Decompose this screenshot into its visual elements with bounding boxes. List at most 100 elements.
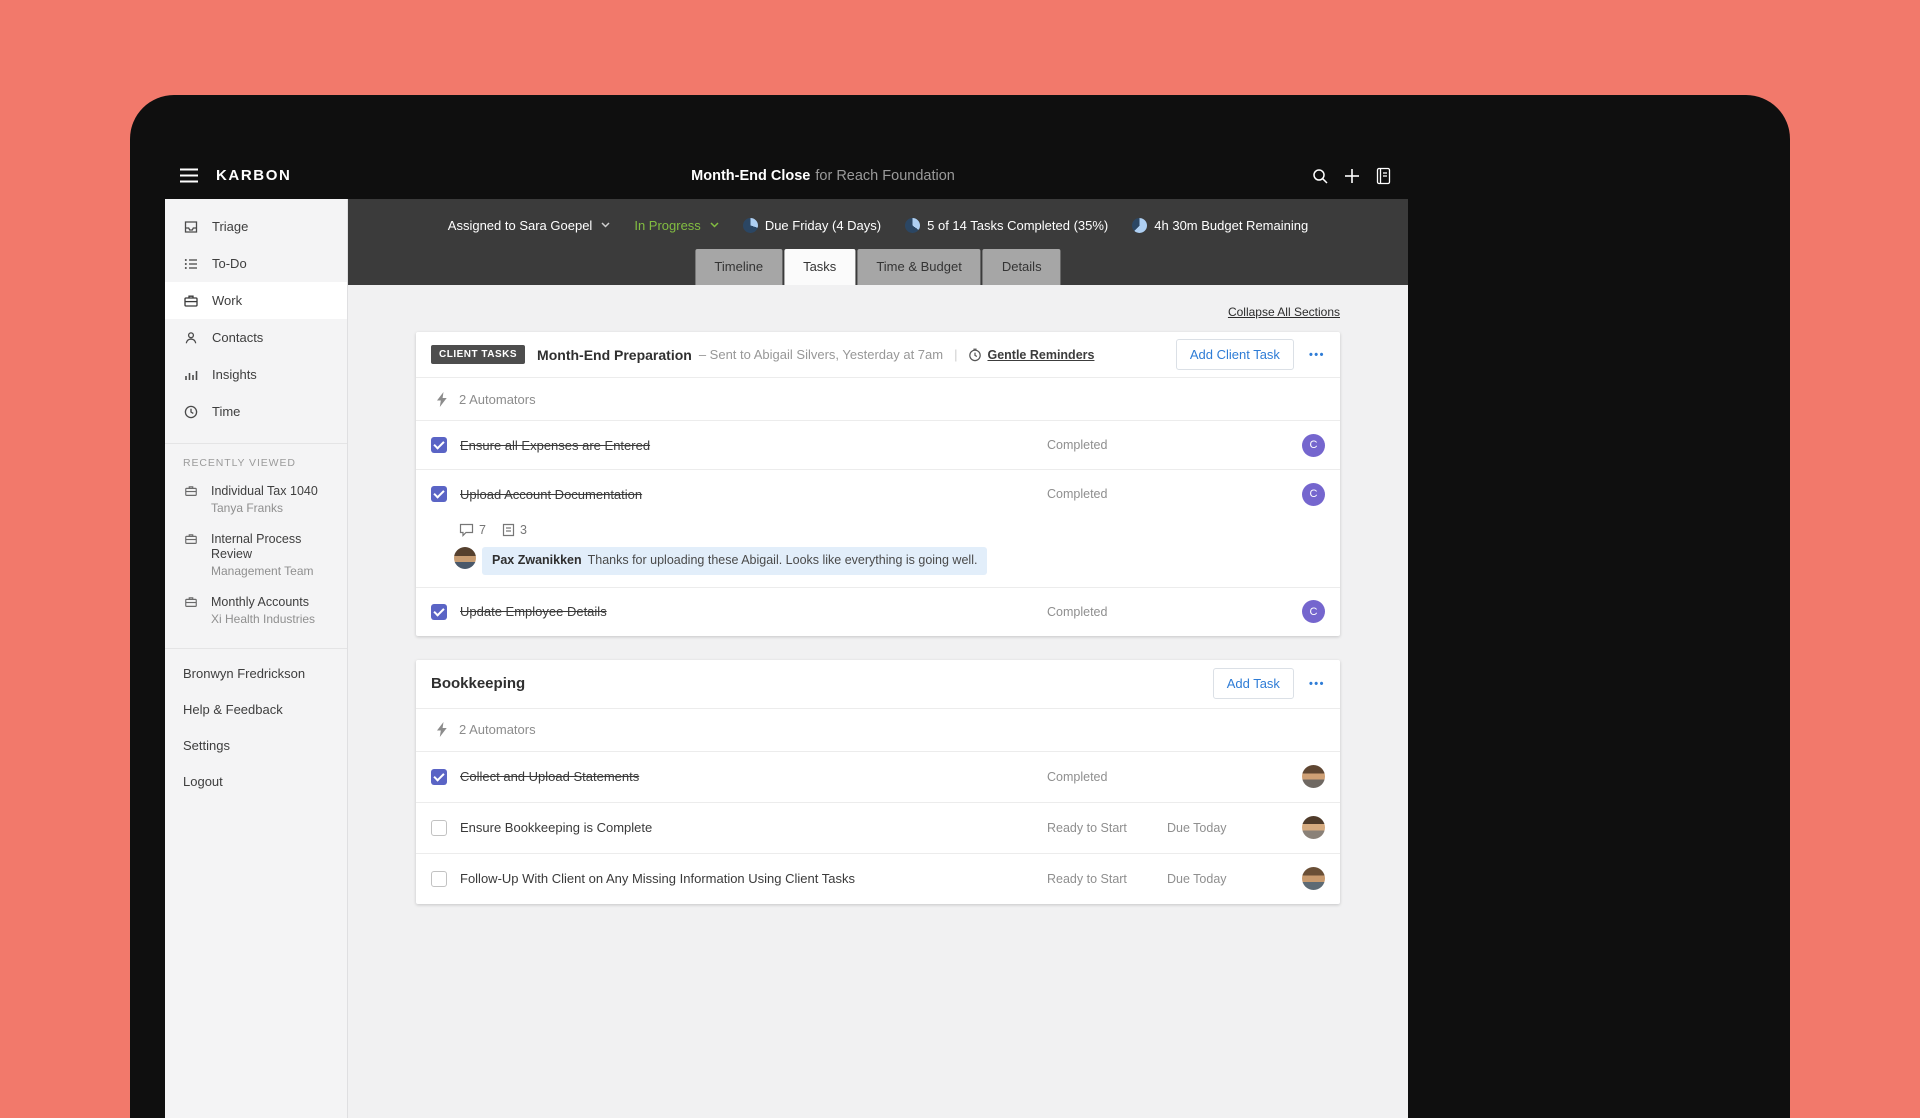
comment-bubble: Pax Zwanikken Thanks for uploading these … bbox=[482, 547, 988, 575]
recent-item-subtitle: Xi Health Industries bbox=[211, 611, 316, 626]
task-status: Ready to Start bbox=[1047, 820, 1127, 835]
tab-time-budget[interactable]: Time & Budget bbox=[857, 249, 981, 285]
task-status: Completed bbox=[1047, 769, 1108, 784]
sidebar-item-label: Triage bbox=[212, 219, 249, 234]
todo-list-icon bbox=[183, 256, 199, 272]
recent-item-title: Monthly Accounts bbox=[211, 595, 309, 610]
task-status: Completed bbox=[1047, 438, 1108, 452]
tasks-progress-label: 5 of 14 Tasks Completed (35%) bbox=[927, 217, 1109, 233]
search-button[interactable] bbox=[1311, 167, 1329, 185]
automators-row[interactable]: 2 Automators bbox=[416, 378, 1340, 421]
comment-text: Thanks for uploading these Abigail. Look… bbox=[587, 553, 978, 567]
budget-indicator: 4h 30m Budget Remaining bbox=[1132, 217, 1308, 233]
task-row: Ensure Bookkeeping is Complete Ready to … bbox=[416, 803, 1340, 854]
budget-progress-icon bbox=[1132, 217, 1148, 233]
assignee-avatar[interactable] bbox=[1302, 765, 1325, 788]
status-dropdown[interactable]: In Progress bbox=[634, 218, 719, 233]
recent-item[interactable]: Individual Tax 1040 Tanya Franks bbox=[165, 476, 347, 524]
sidebar-item-settings[interactable]: Settings bbox=[165, 727, 347, 763]
assignee-dropdown[interactable]: Assigned to Sara Goepel bbox=[448, 218, 611, 233]
work-status-band: Assigned to Sara Goepel In Progress Due … bbox=[348, 199, 1408, 285]
sidebar-item-help[interactable]: Help & Feedback bbox=[165, 691, 347, 727]
tasks-progress-indicator: 5 of 14 Tasks Completed (35%) bbox=[905, 217, 1109, 233]
plus-icon bbox=[1345, 168, 1359, 183]
tab-tasks[interactable]: Tasks bbox=[784, 249, 856, 285]
gentle-reminders-link[interactable]: Gentle Reminders bbox=[968, 348, 1094, 362]
sidebar-item-label: Time bbox=[212, 404, 241, 419]
task-checkbox[interactable] bbox=[431, 603, 447, 620]
hamburger-icon bbox=[180, 168, 198, 183]
task-due: Due Today bbox=[1167, 871, 1227, 886]
sidebar-footer: Bronwyn Fredrickson Help & Feedback Sett… bbox=[165, 648, 347, 799]
assignee-avatar[interactable] bbox=[1302, 816, 1325, 839]
sidebar-item-work[interactable]: Work bbox=[165, 282, 347, 319]
sidebar-item-contacts[interactable]: Contacts bbox=[165, 319, 347, 356]
chevron-down-icon bbox=[601, 222, 610, 228]
task-checkbox[interactable] bbox=[431, 437, 447, 453]
add-task-button[interactable]: Add Task bbox=[1212, 668, 1294, 699]
assignee-avatar[interactable]: C bbox=[1302, 433, 1325, 457]
top-bar-left: KARBON bbox=[179, 152, 291, 199]
due-date-indicator: Due Friday (4 Days) bbox=[742, 217, 881, 233]
briefcase-icon bbox=[183, 595, 199, 627]
main-area: Assigned to Sara Goepel In Progress Due … bbox=[348, 199, 1408, 1118]
gentle-reminders-label: Gentle Reminders bbox=[987, 347, 1095, 362]
page-title: Month-End Close for Reach Foundation bbox=[348, 152, 1298, 199]
recent-item-title: Individual Tax 1040 bbox=[211, 484, 318, 498]
collapse-all-link[interactable]: Collapse All Sections bbox=[416, 305, 1340, 319]
notes-count[interactable]: 3 bbox=[502, 523, 527, 537]
hamburger-menu-button[interactable] bbox=[179, 168, 199, 183]
triage-icon bbox=[183, 219, 199, 235]
sidebar-item-time[interactable]: Time bbox=[165, 393, 347, 430]
tasks-progress-icon bbox=[905, 217, 921, 233]
task-label: Ensure all Expenses are Entered bbox=[460, 437, 651, 453]
overflow-menu-button[interactable]: ••• bbox=[1309, 349, 1325, 361]
recently-viewed-heading: RECENTLY VIEWED bbox=[183, 457, 296, 469]
task-due: Due Today bbox=[1167, 820, 1227, 835]
sidebar-item-user[interactable]: Bronwyn Fredrickson bbox=[165, 655, 347, 691]
tab-details[interactable]: Details bbox=[982, 249, 1061, 285]
automators-label: 2 Automators bbox=[459, 722, 536, 737]
assignee-avatar[interactable] bbox=[1302, 867, 1325, 890]
add-client-task-button[interactable]: Add Client Task bbox=[1175, 339, 1294, 370]
task-checkbox[interactable] bbox=[431, 486, 447, 502]
section-title: Month-End Preparation bbox=[537, 346, 692, 363]
sidebar-item-insights[interactable]: Insights bbox=[165, 356, 347, 393]
comment: Pax Zwanikken Thanks for uploading these … bbox=[454, 547, 1325, 575]
sidebar-item-logout[interactable]: Logout bbox=[165, 763, 347, 799]
clock-icon bbox=[183, 404, 199, 420]
task-checkbox[interactable] bbox=[431, 768, 447, 785]
sidebar-item-label: Contacts bbox=[212, 330, 264, 345]
assignee-avatar[interactable]: C bbox=[1302, 600, 1325, 623]
task-checkbox[interactable] bbox=[431, 870, 447, 887]
work-item-client: for Reach Foundation bbox=[815, 167, 955, 184]
tab-timeline[interactable]: Timeline bbox=[695, 249, 783, 285]
task-comments-block: 7 3 Pax Zwanikken Thanks for uploading t… bbox=[431, 518, 1325, 587]
note-icon bbox=[502, 523, 515, 537]
briefcase-icon bbox=[183, 484, 199, 516]
sidebar-item-todo[interactable]: To-Do bbox=[165, 245, 347, 282]
comments-count[interactable]: 7 bbox=[459, 523, 486, 537]
sidebar-item-triage[interactable]: Triage bbox=[165, 208, 347, 245]
status-row: Assigned to Sara Goepel In Progress Due … bbox=[348, 199, 1408, 251]
section-subtitle: – Sent to Abigail Silvers, Yesterday at … bbox=[698, 347, 944, 362]
sidebar-item-label: Work bbox=[212, 293, 243, 308]
recent-item[interactable]: Internal Process Review Management Team bbox=[165, 524, 347, 587]
chevron-down-icon bbox=[710, 222, 719, 228]
device-frame: KARBON Month-End Close for Reach Foundat… bbox=[130, 95, 1790, 1118]
recent-item[interactable]: Monthly Accounts Xi Health Industries bbox=[165, 587, 347, 635]
comment-count-value: 7 bbox=[479, 523, 486, 537]
notes-button[interactable] bbox=[1375, 167, 1392, 185]
person-icon bbox=[183, 330, 199, 346]
task-checkbox[interactable] bbox=[431, 819, 447, 836]
task-status: Completed bbox=[1047, 487, 1108, 501]
client-tasks-header: CLIENT TASKS Month-End Preparation – Sen… bbox=[416, 332, 1340, 378]
add-button[interactable] bbox=[1344, 168, 1360, 184]
automators-row[interactable]: 2 Automators bbox=[416, 709, 1340, 752]
assignee-avatar[interactable]: C bbox=[1302, 482, 1325, 506]
task-label: Update Employee Details bbox=[460, 604, 607, 619]
section-title: Bookkeeping bbox=[431, 675, 526, 692]
overflow-menu-button[interactable]: ••• bbox=[1309, 678, 1325, 690]
due-progress-icon bbox=[742, 217, 758, 233]
task-status: Completed bbox=[1047, 604, 1108, 619]
